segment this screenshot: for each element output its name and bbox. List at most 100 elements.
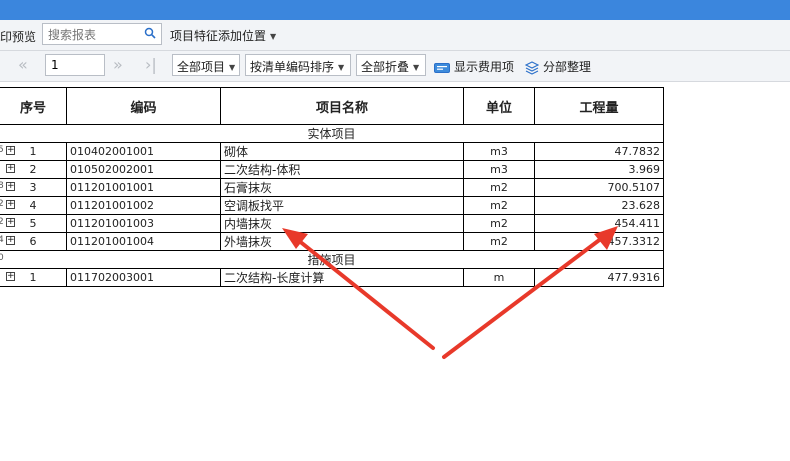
seq-value: 4 <box>29 199 37 212</box>
edge-mark: 5 <box>0 145 4 155</box>
table-row[interactable]: +1 011702003001 二次结构-长度计算 m 477.9316 <box>0 268 664 287</box>
navigation-toolbar: « » ›| 全部项目▼ 按清单编码排序▼ 全部折叠▼ 显示费用项 分部整理 <box>0 51 790 82</box>
show-fees-label: 显示费用项 <box>454 60 515 74</box>
expand-icon[interactable]: + <box>6 200 15 209</box>
code-cell: 011201001002 <box>66 196 221 215</box>
section-row: 0 措施项目 <box>0 250 664 269</box>
seq-cell: +2 <box>0 160 67 179</box>
feature-position-label: 项目特征添加位置 <box>170 29 267 43</box>
sort-dropdown[interactable]: 按清单编码排序 ▼ <box>245 54 351 76</box>
layers-icon <box>524 60 540 75</box>
seq-value: 6 <box>29 235 37 248</box>
name-cell: 石膏抹灰 <box>220 178 464 197</box>
name-cell: 内墙抹灰 <box>220 214 464 233</box>
report-search-box[interactable] <box>42 23 162 45</box>
unit-cell: m3 <box>463 160 535 179</box>
seq-cell: +1 <box>0 268 67 287</box>
filter-label: 全部项目 <box>177 60 226 74</box>
fee-icon <box>434 62 450 73</box>
chevron-down-icon: ▼ <box>413 63 420 72</box>
expand-icon[interactable]: + <box>6 146 15 155</box>
next-page-icon[interactable]: » <box>113 56 123 74</box>
edge-mark: 0 <box>0 253 4 263</box>
table-header-row: 序号 编码 项目名称 单位 工程量 <box>0 87 664 125</box>
seq-value: 1 <box>29 145 37 158</box>
chevron-down-icon: ▼ <box>229 63 236 72</box>
search-icon[interactable] <box>144 27 156 42</box>
code-cell: 011702003001 <box>66 268 221 287</box>
edge-mark: 2 <box>0 199 4 209</box>
seq-value: 5 <box>29 217 37 230</box>
report-toolbar: 印预览 项目特征添加位置▼ <box>0 20 790 51</box>
seq-value: 1 <box>29 271 37 284</box>
name-cell: 外墙抹灰 <box>220 232 464 251</box>
name-cell: 空调板找平 <box>220 196 464 215</box>
organize-button[interactable]: 分部整理 <box>524 58 592 75</box>
header-code: 编码 <box>66 87 221 125</box>
table-row[interactable]: 2 +5 011201001003 内墙抹灰 m2 454.411 <box>0 214 664 233</box>
seq-cell: 2 +4 <box>0 196 67 215</box>
seq-cell: 5 +1 <box>0 142 67 161</box>
unit-cell: m <box>463 268 535 287</box>
unit-cell: m3 <box>463 142 535 161</box>
show-fees-button[interactable]: 显示费用项 <box>434 58 514 75</box>
qty-cell: 454.411 <box>534 214 664 233</box>
table-row[interactable]: 5 +1 010402001001 砌体 m3 47.7832 <box>0 142 664 161</box>
report-search-input[interactable] <box>46 25 144 45</box>
header-seq: 序号 <box>0 87 67 125</box>
window-title-bar <box>0 0 790 20</box>
expand-icon[interactable]: + <box>6 182 15 191</box>
code-cell: 011201001003 <box>66 214 221 233</box>
unit-cell: m2 <box>463 232 535 251</box>
table-row[interactable]: 2 +4 011201001002 空调板找平 m2 23.628 <box>0 196 664 215</box>
section-cell: 0 措施项目 <box>0 250 664 269</box>
header-unit: 单位 <box>463 87 535 125</box>
unit-cell: m2 <box>463 196 535 215</box>
feature-position-dropdown[interactable]: 项目特征添加位置 ▼ <box>170 27 276 44</box>
edge-mark: 4 <box>0 235 4 245</box>
chevron-down-icon: ▼ <box>338 63 345 72</box>
section-title: 措施项目 <box>307 253 356 267</box>
previous-page-icon[interactable]: « <box>18 56 28 74</box>
header-name: 项目名称 <box>220 87 464 125</box>
name-cell: 砌体 <box>220 142 464 161</box>
header-qty: 工程量 <box>534 87 664 125</box>
table-row[interactable]: 4 +6 011201001004 外墙抹灰 m2 457.3312 <box>0 232 664 251</box>
seq-value: 2 <box>29 163 37 176</box>
filter-dropdown[interactable]: 全部项目 ▼ <box>172 54 240 76</box>
last-page-icon[interactable]: ›| <box>145 56 157 74</box>
page-number-input[interactable] <box>49 57 103 73</box>
unit-cell: m2 <box>463 214 535 233</box>
table-row[interactable]: +2 010502002001 二次结构-体积 m3 3.969 <box>0 160 664 179</box>
section-title: 实体项目 <box>307 127 356 141</box>
code-cell: 011201001004 <box>66 232 221 251</box>
unit-cell: m2 <box>463 178 535 197</box>
qty-cell: 23.628 <box>534 196 664 215</box>
qty-cell: 457.3312 <box>534 232 664 251</box>
organize-label: 分部整理 <box>543 60 592 74</box>
qty-cell: 477.9316 <box>534 268 664 287</box>
seq-cell: 2 +5 <box>0 214 67 233</box>
table-row[interactable]: 8 +3 011201001001 石膏抹灰 m2 700.5107 <box>0 178 664 197</box>
fold-label: 全部折叠 <box>361 60 410 74</box>
seq-cell: 8 +3 <box>0 178 67 197</box>
expand-icon[interactable]: + <box>6 164 15 173</box>
page-number-box[interactable] <box>45 54 105 76</box>
expand-icon[interactable]: + <box>6 236 15 245</box>
section-row: 实体项目 <box>0 124 664 143</box>
name-cell: 二次结构-体积 <box>220 160 464 179</box>
qty-cell: 3.969 <box>534 160 664 179</box>
code-cell: 010502002001 <box>66 160 221 179</box>
seq-cell: 4 +6 <box>0 232 67 251</box>
qty-cell: 47.7832 <box>534 142 664 161</box>
fold-dropdown[interactable]: 全部折叠 ▼ <box>356 54 426 76</box>
chevron-down-icon: ▼ <box>270 32 277 41</box>
expand-icon[interactable]: + <box>6 272 15 281</box>
edge-mark: 8 <box>0 181 4 191</box>
print-preview-button[interactable]: 印预览 <box>0 28 36 45</box>
seq-value: 3 <box>29 181 37 194</box>
expand-icon[interactable]: + <box>6 218 15 227</box>
quantity-table: 序号 编码 项目名称 单位 工程量 实体项目 5 +1 010402001001 … <box>0 87 664 287</box>
edge-mark: 2 <box>0 217 4 227</box>
section-cell: 实体项目 <box>0 124 664 143</box>
